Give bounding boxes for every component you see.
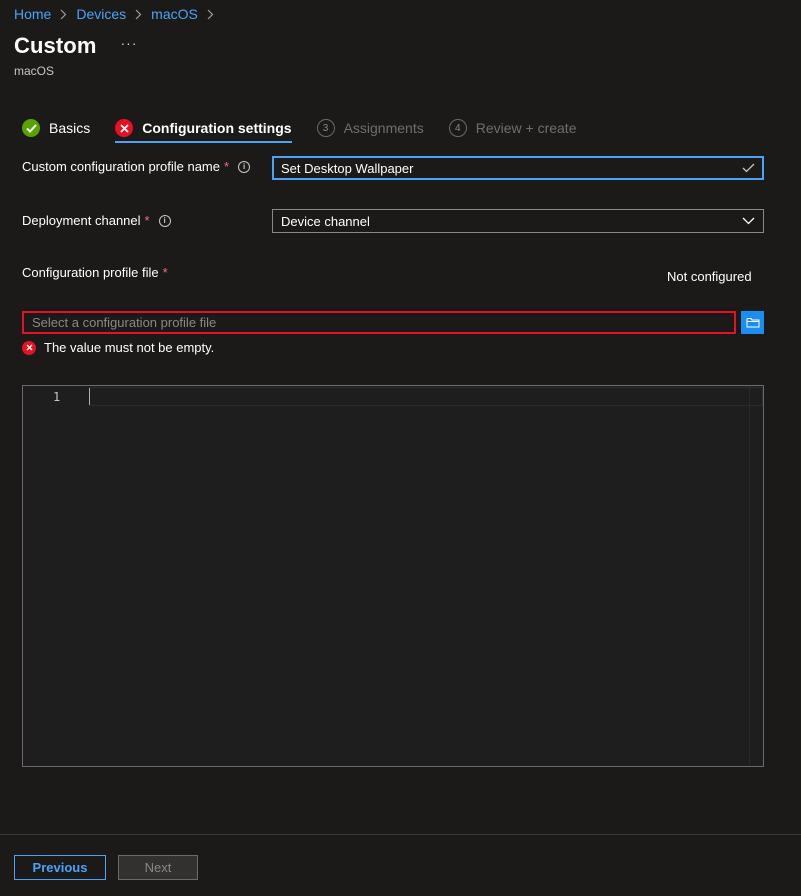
footer: Previous Next	[0, 834, 801, 896]
error-icon	[115, 119, 134, 137]
chevron-right-icon	[135, 9, 142, 20]
profile-name-label: Custom configuration profile name * i	[22, 159, 251, 174]
chevron-down-icon	[742, 217, 755, 225]
profile-name-value: Set Desktop Wallpaper	[281, 160, 414, 176]
next-button[interactable]: Next	[118, 855, 198, 880]
page: Home Devices macOS Custom ··· macOS Basi…	[0, 0, 801, 896]
error-icon	[22, 340, 36, 355]
deployment-channel-dropdown[interactable]: Device channel	[272, 209, 764, 233]
browse-file-button[interactable]	[741, 311, 764, 334]
profile-file-label-text: Configuration profile file	[22, 265, 159, 280]
step-assignments[interactable]: 3 Assignments	[316, 114, 424, 142]
checkmark-icon	[22, 119, 40, 137]
breadcrumb: Home Devices macOS	[14, 5, 223, 23]
code-editor[interactable]: 1	[22, 385, 764, 767]
step-label: Configuration settings	[142, 120, 292, 136]
profile-name-label-text: Custom configuration profile name	[22, 159, 220, 174]
profile-file-input[interactable]: Select a configuration profile file	[22, 311, 736, 334]
deployment-channel-label-text: Deployment channel	[22, 213, 141, 228]
profile-name-input[interactable]: Set Desktop Wallpaper	[272, 156, 764, 180]
more-options-button[interactable]: ···	[121, 35, 138, 51]
info-icon[interactable]: i	[238, 160, 251, 173]
required-mark: *	[162, 265, 168, 280]
breadcrumb-macos[interactable]: macOS	[151, 6, 198, 22]
profile-file-status: Not configured	[667, 269, 752, 284]
step-number-icon: 4	[448, 119, 467, 137]
line-number: 1	[53, 390, 61, 404]
current-line-highlight	[89, 387, 763, 406]
step-number-icon: 3	[316, 119, 335, 137]
wizard-steps: Basics Configuration settings 3 Assignme…	[22, 114, 602, 143]
required-mark: *	[224, 159, 230, 174]
folder-icon	[746, 317, 760, 328]
chevron-right-icon	[207, 9, 214, 20]
step-review-create[interactable]: 4 Review + create	[448, 114, 577, 142]
title-row: Custom ···	[14, 33, 138, 59]
previous-button[interactable]: Previous	[14, 855, 106, 880]
checkmark-icon	[742, 163, 755, 173]
step-label: Basics	[49, 120, 91, 136]
profile-file-error: The value must not be empty.	[22, 340, 214, 355]
page-title: Custom	[14, 33, 97, 58]
chevron-right-icon	[60, 9, 67, 20]
breadcrumb-devices[interactable]: Devices	[76, 6, 126, 22]
step-basics[interactable]: Basics	[22, 114, 90, 142]
profile-file-label: Configuration profile file *	[22, 265, 168, 280]
deployment-channel-label: Deployment channel * i	[22, 213, 171, 228]
text-cursor	[89, 388, 90, 405]
page-subtitle: macOS	[14, 64, 55, 78]
step-label: Review + create	[475, 120, 577, 136]
editor-scrollbar[interactable]	[749, 386, 763, 766]
info-icon[interactable]: i	[158, 214, 171, 227]
step-configuration-settings[interactable]: Configuration settings	[115, 114, 292, 143]
step-label: Assignments	[343, 120, 424, 136]
deployment-channel-value: Device channel	[281, 213, 370, 229]
error-message: The value must not be empty.	[44, 340, 215, 355]
breadcrumb-home[interactable]: Home	[14, 6, 51, 22]
required-mark: *	[144, 213, 150, 228]
